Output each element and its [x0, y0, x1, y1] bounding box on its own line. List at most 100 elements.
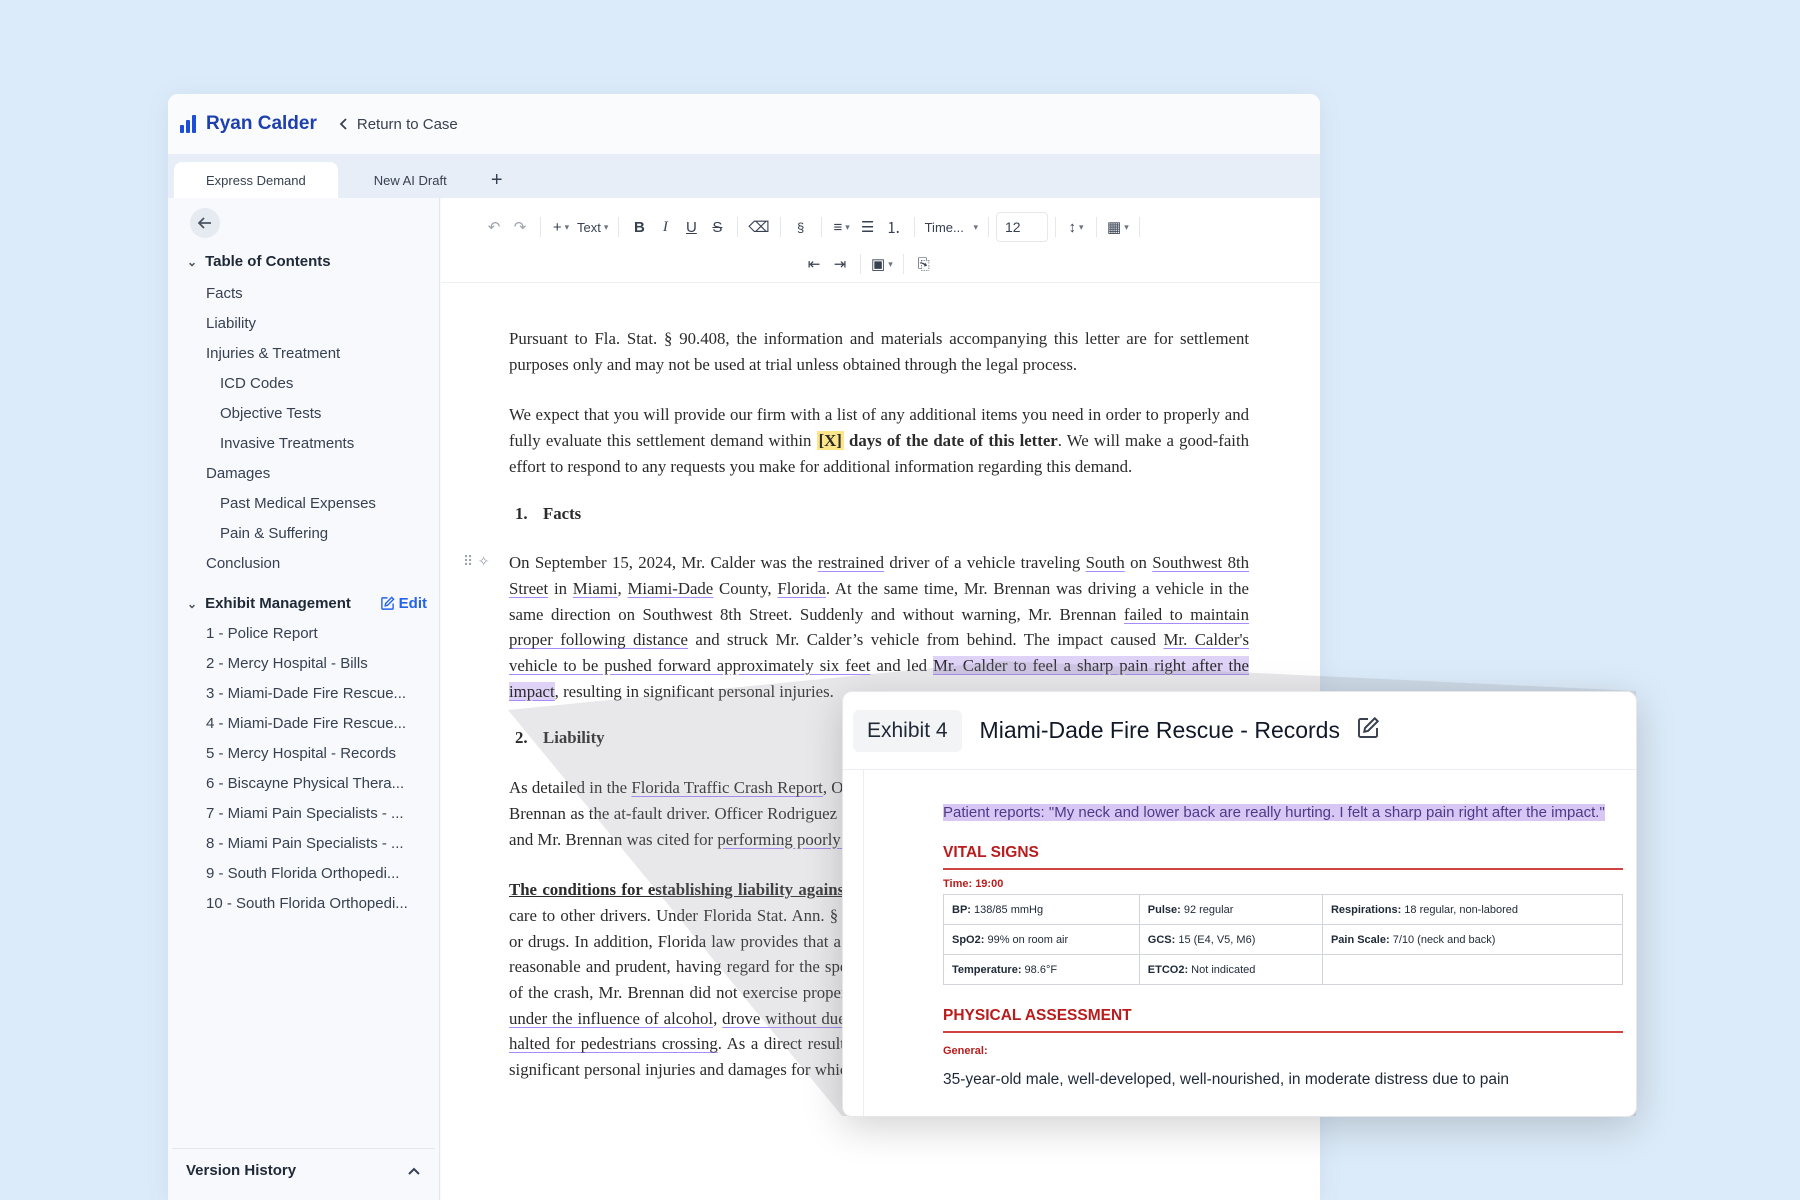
- edit-exhibits-button[interactable]: Edit: [380, 595, 427, 612]
- exhibit-item[interactable]: 2 - Mercy Hospital - Bills: [206, 648, 438, 678]
- toc-item-injuries-treatment[interactable]: Injuries & Treatment: [168, 338, 440, 368]
- toc-item-liability[interactable]: Liability: [168, 308, 440, 338]
- toc-item-icd-codes[interactable]: ICD Codes: [168, 368, 440, 398]
- toc-item-facts[interactable]: Facts: [168, 278, 440, 308]
- table-row: BP: 138/85 mmHg Pulse: 92 regular Respir…: [943, 894, 1624, 925]
- linked-text[interactable]: under the influence of alcohol: [509, 1009, 713, 1028]
- table-cell: Pulse: 92 regular: [1138, 894, 1323, 925]
- page-break-button[interactable]: ⎘: [911, 250, 937, 278]
- linked-text[interactable]: Miami: [573, 579, 618, 598]
- tab-express-demand[interactable]: Express Demand: [174, 162, 338, 198]
- table-cell: Pain Scale: 7/10 (neck and back): [1321, 924, 1624, 955]
- logo-icon: [180, 115, 196, 133]
- text-run: On September 15, 2024, Mr. Calder was th…: [509, 553, 818, 573]
- toc-item-pain-suffering[interactable]: Pain & Suffering: [168, 518, 440, 548]
- bold-button[interactable]: B: [626, 213, 652, 241]
- indent-button[interactable]: ⇥: [827, 250, 853, 278]
- font-size-input[interactable]: 12: [996, 212, 1048, 242]
- chevron-down-icon: ▾: [564, 221, 570, 232]
- align-dropdown[interactable]: ≡ ▾: [829, 213, 855, 241]
- undo-button[interactable]: ↶: [481, 213, 507, 241]
- align-icon: ≡: [833, 218, 843, 236]
- collapse-sidebar-button[interactable]: [190, 208, 220, 238]
- drag-handle-icon[interactable]: ⠿ ✧: [463, 550, 489, 576]
- toolbar-divider: [1055, 217, 1056, 237]
- exhibit-item[interactable]: 10 - South Florida Orthopedi...: [206, 888, 438, 918]
- text-style-dropdown[interactable]: Text ▾: [574, 213, 611, 241]
- exhibit-item[interactable]: 3 - Miami-Dade Fire Rescue...: [206, 678, 438, 708]
- strikethrough-button[interactable]: S: [704, 213, 730, 241]
- toc-item-invasive-treatments[interactable]: Invasive Treatments: [168, 428, 440, 458]
- linked-text[interactable]: Florida: [777, 579, 825, 598]
- exhibit-item[interactable]: 8 - Miami Pain Specialists - ...: [206, 828, 438, 858]
- section-symbol-button[interactable]: §: [788, 213, 814, 241]
- table-row: SpO2: 99% on room air GCS: 15 (E4, V5, M…: [943, 924, 1624, 955]
- chevron-down-icon: ⌄: [187, 596, 198, 611]
- toolbar-divider: [779, 217, 781, 237]
- exhibit-list: 1 - Police Report 2 - Mercy Hospital - B…: [206, 618, 438, 918]
- underline-icon: U: [685, 218, 697, 236]
- general-label: General:: [943, 1045, 988, 1057]
- toc-header[interactable]: ⌄ Table of Contents: [187, 253, 331, 270]
- insert-dropdown[interactable]: + ▾: [548, 213, 574, 241]
- popup-header: Exhibit 4 Miami-Dade Fire Rescue - Recor…: [843, 692, 1636, 770]
- italic-button[interactable]: I: [652, 213, 678, 241]
- linked-text[interactable]: South: [1086, 553, 1125, 572]
- redo-icon: ↷: [513, 219, 527, 236]
- toolbar-divider: [737, 217, 739, 237]
- exhibit-management-title: Exhibit Management: [205, 595, 351, 612]
- linked-text[interactable]: restrained: [818, 553, 884, 572]
- exhibit-management-header[interactable]: ⌄ Exhibit Management Edit: [187, 595, 427, 612]
- outdent-button[interactable]: ⇤: [801, 250, 827, 278]
- bold-icon: B: [633, 218, 645, 236]
- arrow-left-icon: [197, 217, 211, 229]
- toc-item-damages[interactable]: Damages: [168, 458, 440, 488]
- toc-item-objective-tests[interactable]: Objective Tests: [168, 398, 440, 428]
- numbered-list-button[interactable]: ⒈: [881, 213, 907, 241]
- image-icon: ▣: [871, 256, 886, 273]
- add-tab-button[interactable]: +: [485, 168, 509, 192]
- table-dropdown[interactable]: ▦ ▾: [1104, 213, 1132, 241]
- toc-item-conclusion[interactable]: Conclusion: [168, 548, 440, 578]
- paragraph: Pursuant to Fla. Stat. § 90.408, the inf…: [509, 329, 1249, 374]
- underline-button[interactable]: U: [678, 213, 704, 241]
- top-bar: Ryan Calder Return to Case: [168, 94, 1320, 154]
- table-row: Temperature: 98.6°F ETCO2: Not indicated: [943, 954, 1624, 985]
- edit-exhibit-button[interactable]: [1356, 716, 1380, 745]
- toc-item-past-medical-expenses[interactable]: Past Medical Expenses: [168, 488, 440, 518]
- quote-text: Patient reports: "My neck and lower back…: [943, 804, 1605, 821]
- bullet-list-button[interactable]: ☰: [855, 213, 881, 241]
- linked-text[interactable]: Miami-Dade: [628, 579, 714, 598]
- tab-bar: Express Demand New AI Draft +: [168, 154, 1320, 198]
- sidebar: ⌄ Table of Contents Facts Liability Inju…: [168, 198, 440, 1200]
- return-to-case-link[interactable]: Return to Case: [339, 116, 458, 133]
- return-to-case-label: Return to Case: [356, 115, 458, 133]
- line-spacing-icon: ↕: [1068, 218, 1076, 236]
- linked-text[interactable]: Florida Traffic Crash Report: [631, 778, 822, 797]
- exhibit-record-page: Patient reports: "My neck and lower back…: [943, 804, 1624, 1089]
- text-run: County,: [713, 578, 778, 598]
- text-run: in: [548, 578, 573, 598]
- heading-number: 2.: [515, 728, 528, 748]
- chevron-up-icon: [408, 1167, 420, 1175]
- exhibit-item[interactable]: 9 - South Florida Orthopedi...: [206, 858, 438, 888]
- toolbar-divider: [913, 217, 915, 237]
- table-cell: SpO2: 99% on room air: [943, 924, 1140, 955]
- table-icon: ▦: [1107, 219, 1122, 236]
- version-history-toggle[interactable]: Version History: [172, 1148, 435, 1192]
- bold-text: days of the date of this letter: [843, 431, 1058, 451]
- strikethrough-icon: S: [712, 218, 723, 236]
- image-dropdown[interactable]: ▣ ▾: [868, 250, 896, 278]
- exhibit-item[interactable]: 5 - Mercy Hospital - Records: [206, 738, 438, 768]
- toolbar-row-1: ↶ ↷ + ▾ Text ▾ B I U S ⌫ § ≡ ▾ ☰ ⒈ Time... …: [481, 212, 1147, 242]
- clear-format-button[interactable]: ⌫: [745, 213, 772, 241]
- exhibit-item[interactable]: 4 - Miami-Dade Fire Rescue...: [206, 708, 438, 738]
- font-family-dropdown[interactable]: Time... ▾: [922, 213, 981, 241]
- undo-icon: ↶: [487, 219, 501, 236]
- exhibit-item[interactable]: 6 - Biscayne Physical Thera...: [206, 768, 438, 798]
- exhibit-item[interactable]: 1 - Police Report: [206, 618, 438, 648]
- tab-new-ai-draft[interactable]: New AI Draft: [342, 162, 479, 198]
- redo-button[interactable]: ↷: [507, 213, 533, 241]
- line-spacing-dropdown[interactable]: ↕ ▾: [1063, 213, 1089, 241]
- exhibit-item[interactable]: 7 - Miami Pain Specialists - ...: [206, 798, 438, 828]
